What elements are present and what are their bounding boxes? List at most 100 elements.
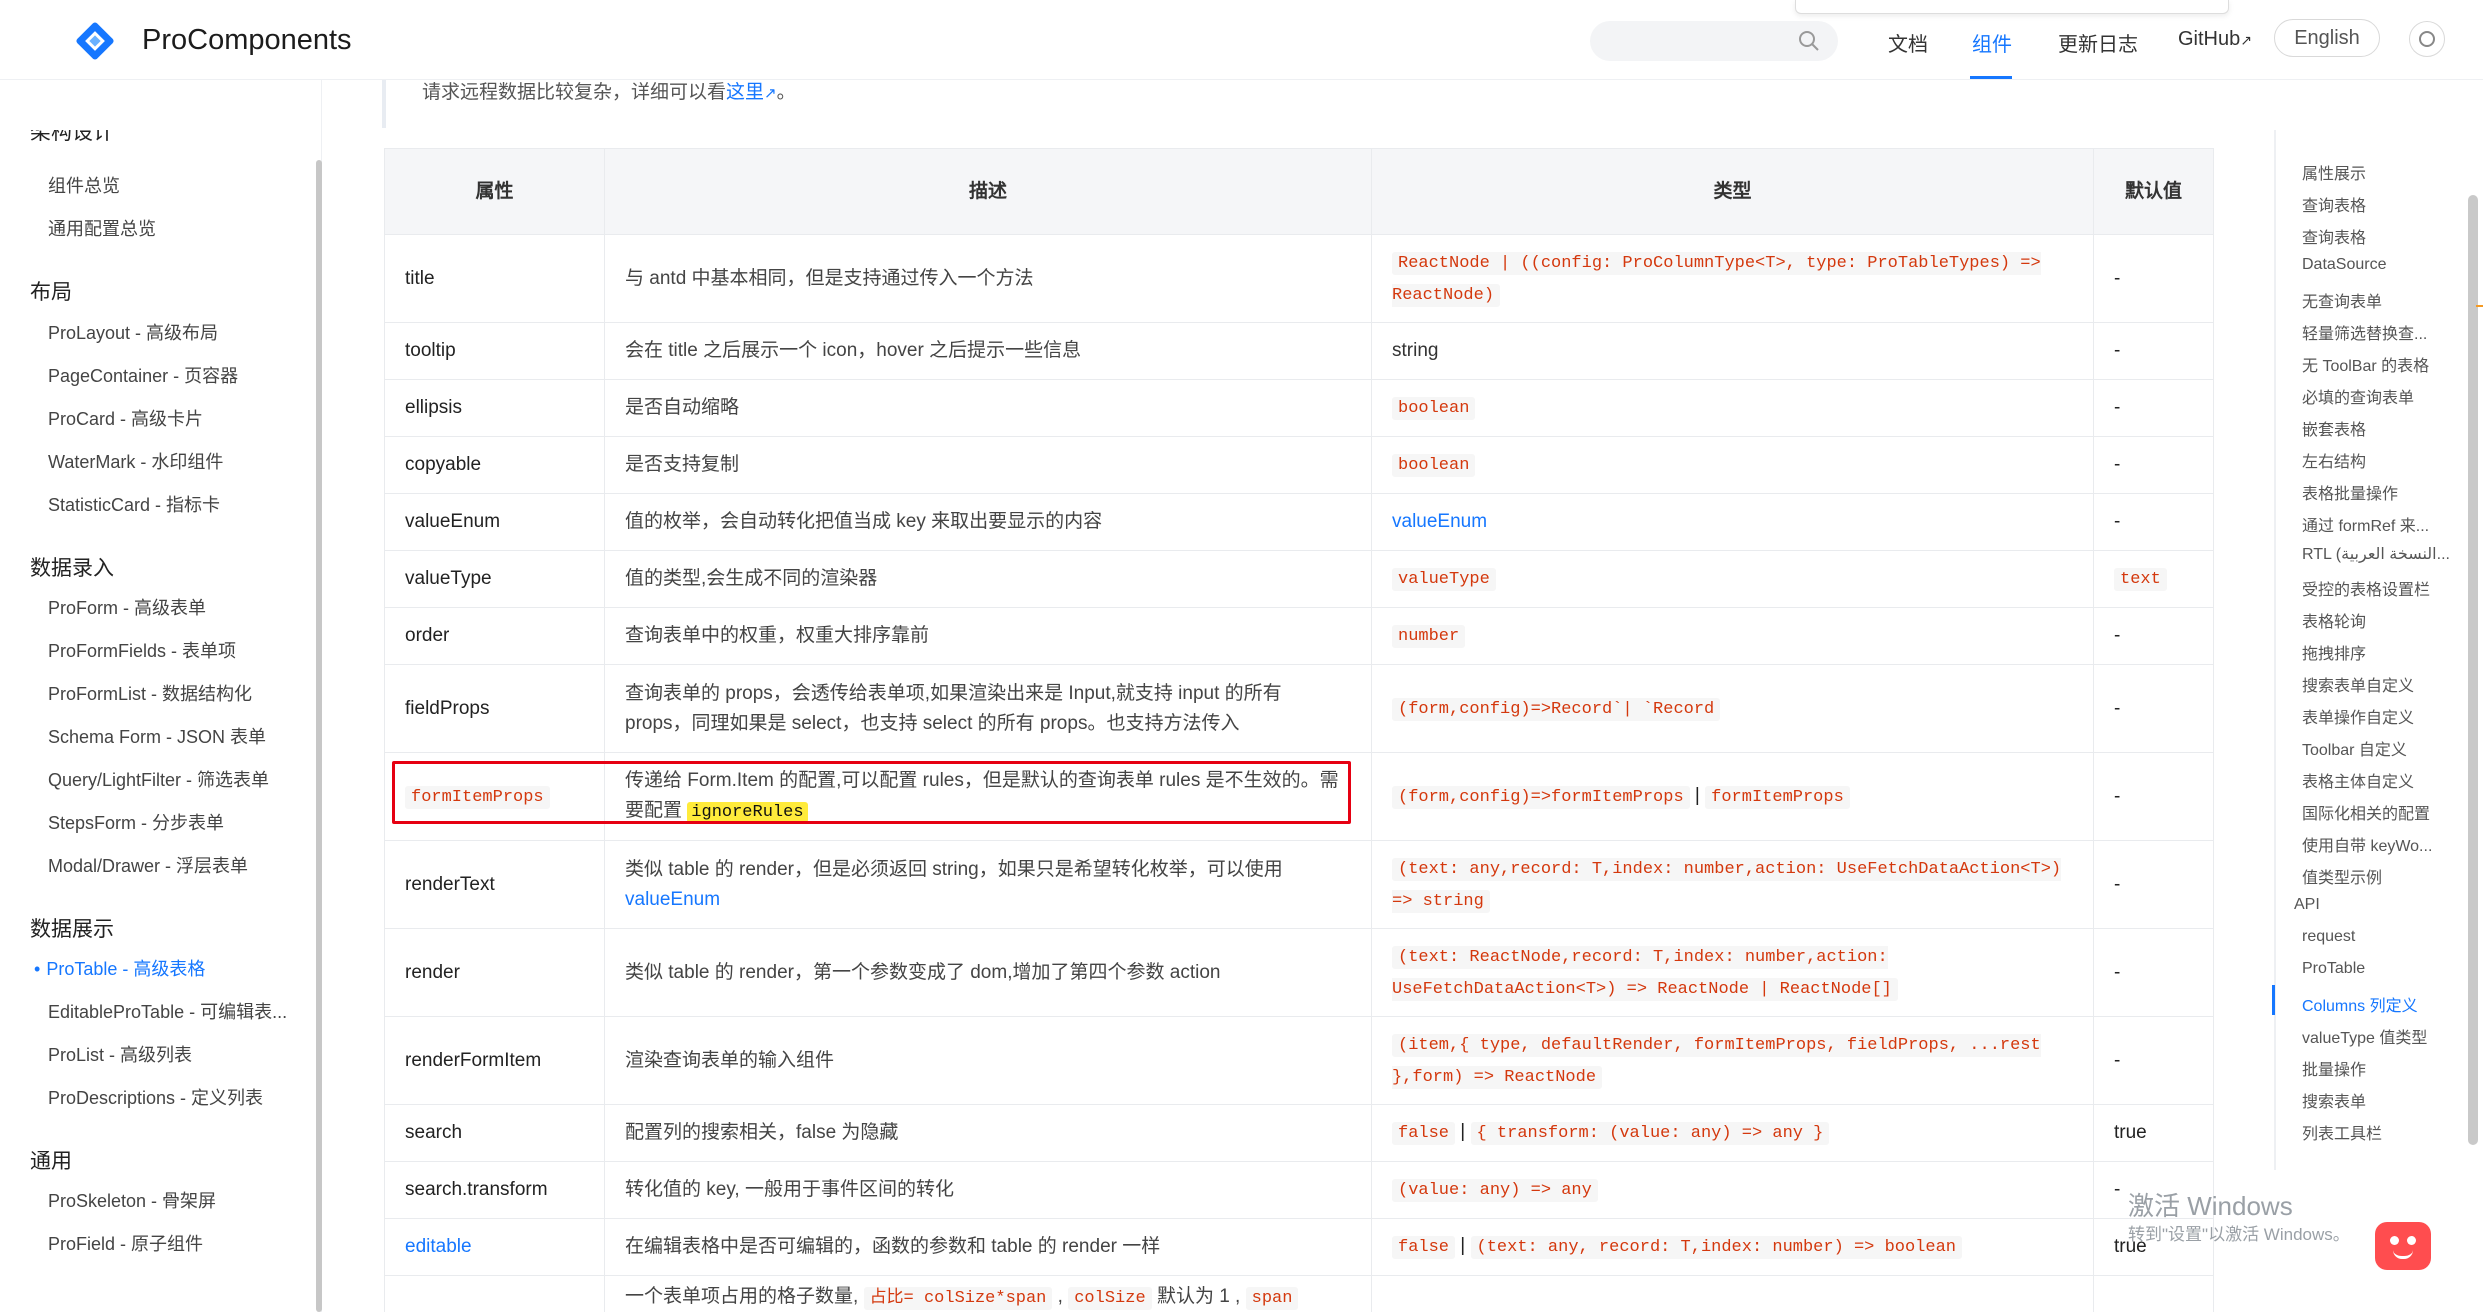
sidebar-item[interactable]: ProDescriptions - 定义列表 (48, 1084, 263, 1110)
toc-item[interactable]: 批量操作 (2302, 1056, 2472, 1080)
prop-desc: 值的枚举，会自动转化把值当成 key 来取出要显示的内容 (604, 493, 1372, 551)
toc-item[interactable]: 表格轮询 (2302, 608, 2472, 632)
sidebar-item[interactable]: ProLayout - 高级布局 (48, 319, 218, 345)
chat-bot-button[interactable] (2375, 1222, 2431, 1270)
note-link[interactable]: 这里 (726, 82, 764, 103)
prop-default (2093, 1275, 2214, 1312)
table-row: valueEnum 值的枚举，会自动转化把值当成 key 来取出要显示的内容 v… (384, 493, 2214, 551)
type-code: valueType (1392, 568, 1496, 591)
prop-name: search.transform (384, 1161, 605, 1219)
sidebar-scrollbar[interactable] (316, 160, 322, 1312)
toc-item[interactable]: ProTable (2302, 960, 2472, 978)
table-row: order 查询表单中的权重，权重大排序靠前 number - (384, 607, 2214, 665)
type-code: { transform: (value: any) => any } (1470, 1122, 1830, 1145)
toc-item[interactable]: 查询表格 (2302, 192, 2472, 216)
robot-eye-icon (2407, 1236, 2416, 1245)
sidebar-item[interactable]: ProFormFields - 表单项 (48, 637, 236, 663)
note-text: 请求远程数据比较复杂，详细可以看 (422, 82, 727, 103)
sidebar-item[interactable]: Schema Form - JSON 表单 (48, 723, 266, 749)
toc-item[interactable]: valueType 值类型 (2302, 1024, 2472, 1048)
nav-github[interactable]: GitHub↗ (2178, 28, 2252, 51)
toc-item[interactable]: 无 ToolBar 的表格 (2302, 352, 2472, 376)
toc-item[interactable]: 列表工具栏 (2302, 1120, 2472, 1144)
prop-name-code: formItemProps (405, 785, 550, 809)
sidebar-item[interactable]: 通用配置总览 (48, 215, 156, 241)
toc-item[interactable]: 拖拽排序 (2302, 640, 2472, 664)
toc-item[interactable]: DataSource (2302, 256, 2472, 274)
prop-type: valueType (1371, 550, 2094, 608)
toc-item[interactable]: 表格主体自定义 (2302, 768, 2472, 792)
sidebar-item[interactable]: ProList - 高级列表 (48, 1041, 192, 1067)
toc-item[interactable]: 搜索表单 (2302, 1088, 2472, 1112)
prop-desc-text: 默认为 1 , (1156, 1286, 1241, 1307)
toc-item[interactable]: 值类型示例 (2302, 864, 2472, 888)
column-header: 类型 (1371, 148, 2094, 235)
sidebar-group-title: 数据展示 (30, 918, 114, 941)
toc-item[interactable]: 通过 formRef 来... (2302, 512, 2472, 536)
theme-toggle-button[interactable] (2409, 21, 2445, 57)
toc-item[interactable]: RTL (النسخة العربية... (2302, 544, 2472, 564)
sidebar-group-title: 数据录入 (30, 557, 114, 580)
prop-default: - (2093, 840, 2214, 929)
prop-desc: 查询表单的 props，会透传给表单项,如果渲染出来是 Input,就支持 in… (604, 664, 1372, 753)
sidebar-item[interactable]: Modal/Drawer - 浮层表单 (48, 852, 248, 878)
procomponents-logo-icon[interactable] (72, 18, 118, 64)
prop-default: - (2093, 436, 2214, 494)
toc-item[interactable]: 表格批量操作 (2302, 480, 2472, 504)
toc-item[interactable]: 轻量筛选替换查... (2302, 320, 2472, 344)
language-switch-button[interactable]: English (2274, 19, 2380, 57)
toc-item[interactable]: 必填的查询表单 (2302, 384, 2472, 408)
prop-name-link[interactable]: editable (384, 1218, 605, 1276)
prop-desc: 在编辑表格中是否可编辑的，函数的参数和 table 的 render 一样 (604, 1218, 1372, 1276)
sidebar-item[interactable]: ProForm - 高级表单 (48, 594, 206, 620)
sidebar-item[interactable]: ProSkeleton - 骨架屏 (48, 1187, 216, 1213)
toc-item[interactable]: 搜索表单自定义 (2302, 672, 2472, 696)
prop-name: valueType (384, 550, 605, 608)
nav-active-underline (1970, 76, 2012, 79)
toc-item[interactable]: 左右结构 (2302, 448, 2472, 472)
toc-item[interactable]: 查询表格 (2302, 224, 2472, 248)
sidebar-item[interactable]: StepsForm - 分步表单 (48, 809, 224, 835)
toc-item[interactable]: 表单操作自定义 (2302, 704, 2472, 728)
external-link-icon: ↗ (764, 85, 777, 102)
nav-changelog[interactable]: 更新日志 (2058, 28, 2138, 57)
type-code: number (1392, 625, 1466, 648)
toc-item[interactable]: 属性展示 (2302, 160, 2472, 184)
toc-item[interactable]: 使用自带 keyWo... (2302, 832, 2472, 856)
prop-type: number (1371, 607, 2094, 665)
nav-components[interactable]: 组件 (1972, 28, 2012, 57)
sun-icon (2419, 31, 2435, 47)
toc-item[interactable]: request (2302, 928, 2472, 946)
sidebar-item-active[interactable]: ProTable - 高级表格 (34, 955, 205, 981)
prop-default: - (2093, 752, 2214, 841)
sidebar-item[interactable]: PageContainer - 页容器 (48, 362, 238, 388)
prop-default: - (2093, 664, 2214, 753)
search-input[interactable] (1590, 21, 1838, 61)
toc-item[interactable]: 嵌套表格 (2302, 416, 2472, 440)
toc-item-active[interactable]: Columns 列定义 (2302, 992, 2472, 1016)
highlighted-code: ignoreRules (687, 801, 808, 823)
toc-item[interactable]: 国际化相关的配置 (2302, 800, 2472, 824)
brand-name[interactable]: ProComponents (142, 24, 352, 57)
sidebar-item[interactable]: 组件总览 (48, 172, 120, 198)
sidebar-item[interactable]: WaterMark - 水印组件 (48, 448, 223, 474)
prop-type-link[interactable]: valueEnum (1371, 493, 2094, 551)
toc-item[interactable]: Toolbar 自定义 (2302, 736, 2472, 760)
toc-item[interactable]: 受控的表格设置栏 (2302, 576, 2472, 600)
page-scrollbar[interactable] (2468, 195, 2478, 1145)
toc-active-indicator (2272, 985, 2275, 1015)
toc-item[interactable]: 无查询表单 (2302, 288, 2472, 312)
nav-docs[interactable]: 文档 (1888, 28, 1928, 57)
desc-link[interactable]: valueEnum (625, 889, 720, 910)
sidebar-item[interactable]: ProField - 原子组件 (48, 1230, 203, 1256)
table-row: search 配置列的搜索相关，false 为隐藏 false | { tran… (384, 1104, 2214, 1162)
sidebar-item[interactable]: EditableProTable - 可编辑表... (48, 998, 287, 1024)
toc-item[interactable]: API (2294, 896, 2464, 914)
sidebar-item[interactable]: ProCard - 高级卡片 (48, 405, 203, 431)
prop-desc: 配置列的搜索相关，false 为隐藏 (604, 1104, 1372, 1162)
sidebar-item[interactable]: StatisticCard - 指标卡 (48, 491, 220, 517)
sidebar-item[interactable]: Query/LightFilter - 筛选表单 (48, 766, 269, 792)
sidebar-item[interactable]: ProFormList - 数据结构化 (48, 680, 252, 706)
prop-desc: 是否支持复制 (604, 436, 1372, 494)
type-code: (text: ReactNode,record: T,index: number… (1392, 945, 1898, 1001)
